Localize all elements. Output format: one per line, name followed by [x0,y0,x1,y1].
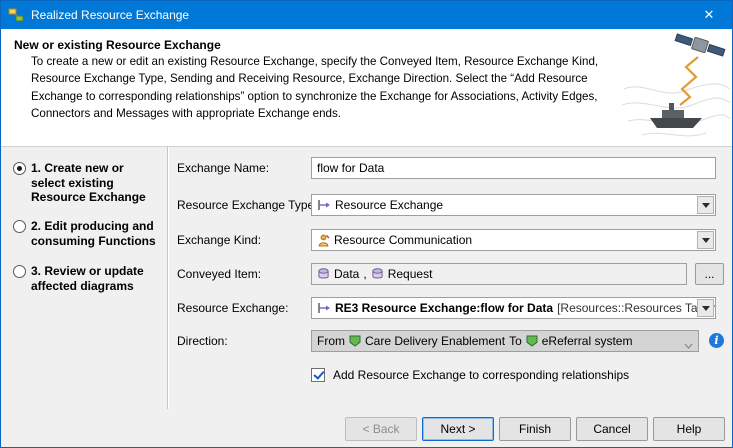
resource-exchange-label: Resource Exchange: [177,301,288,315]
step-label: 2. Edit producing and consuming Function… [31,219,161,248]
resource-performer-icon [349,335,361,347]
resource-communication-icon [317,234,330,247]
chevron-down-icon [684,338,693,352]
add-relationships-row[interactable]: Add Resource Exchange to corresponding r… [177,368,724,384]
conveyed-item-separator: , [363,267,366,281]
conveyed-item-icon [317,268,330,280]
step-3-review-diagrams[interactable]: 3. Review or update affected diagrams [1,264,167,293]
resource-exchange-value-path: [Resources::Resources Taxonom... [557,301,716,315]
wizard-heading: New or existing Resource Exchange [14,38,221,52]
chevron-down-icon[interactable] [697,231,714,249]
resource-exchange-value-name: RE3 Resource Exchange:flow for Data [335,301,553,315]
direction-from-value: Care Delivery Enablement [365,334,505,348]
add-relationships-checkbox[interactable] [311,368,325,382]
add-relationships-label: Add Resource Exchange to corresponding r… [333,368,629,382]
exchange-kind-label: Exchange Kind: [177,233,261,247]
panel-divider [167,147,168,409]
dialog-buttons: < Back Next > Finish Cancel Help [345,417,725,441]
resource-exchange-combo[interactable]: RE3 Resource Exchange:flow for Data [Reso… [311,297,716,319]
direction-from-word: From [317,334,345,348]
resource-exchange-icon [317,199,331,211]
finish-button[interactable]: Finish [499,417,571,441]
resource-performer-icon [526,335,538,347]
exchange-kind-combo[interactable]: Resource Communication [311,229,716,251]
chevron-down-icon[interactable] [697,196,714,214]
step-2-edit-functions[interactable]: 2. Edit producing and consuming Function… [1,219,167,248]
conveyed-item-label: Conveyed Item: [177,267,261,281]
exchange-kind-value: Resource Communication [334,233,472,247]
wizard-description: To create a new or edit an existing Reso… [31,53,619,123]
info-icon[interactable]: i [709,333,724,348]
direction-to-value: eReferral system [542,334,633,348]
realized-resource-exchange-dialog: Realized Resource Exchange ✕ New or exis… [0,0,733,448]
conveyed-item-icon [371,268,384,280]
direction-field[interactable]: From Care Delivery Enablement To eReferr… [311,330,699,352]
direction-to-word: To [509,334,522,348]
exchange-name-input[interactable] [311,157,716,179]
exchange-name-label: Exchange Name: [177,161,269,175]
next-button[interactable]: Next > [422,417,494,441]
radio-icon [13,265,26,278]
resource-exchange-type-value: Resource Exchange [335,198,443,212]
resource-exchange-type-combo[interactable]: Resource Exchange [311,194,716,216]
close-button[interactable]: ✕ [686,1,732,29]
conveyed-item-browse-button[interactable]: ... [695,263,724,285]
dialog-icon [8,7,24,23]
resource-exchange-type-label: Resource Exchange Type: [177,198,318,212]
step-label: 1. Create new or select existing Resourc… [31,161,161,205]
window-title: Realized Resource Exchange [31,8,189,22]
conveyed-item-value-2: Request [388,267,433,281]
conveyed-item-value-1: Data [334,267,359,281]
radio-icon [13,162,26,175]
close-icon: ✕ [704,7,715,23]
step-1-create-or-select[interactable]: 1. Create new or select existing Resourc… [1,161,167,205]
title-bar: Realized Resource Exchange ✕ [1,1,732,29]
help-button[interactable]: Help [653,417,725,441]
radio-icon [13,220,26,233]
wizard-header: New or existing Resource Exchange To cre… [1,29,732,147]
cancel-button[interactable]: Cancel [576,417,648,441]
step-label: 3. Review or update affected diagrams [31,264,161,293]
satellite-ship-illustration [622,29,730,145]
back-button[interactable]: < Back [345,417,417,441]
resource-exchange-icon [317,302,331,314]
chevron-down-icon[interactable] [697,299,714,317]
conveyed-item-field[interactable]: Data , Request [311,263,687,285]
direction-label: Direction: [177,334,228,348]
wizard-steps: 1. Create new or select existing Resourc… [1,147,167,409]
